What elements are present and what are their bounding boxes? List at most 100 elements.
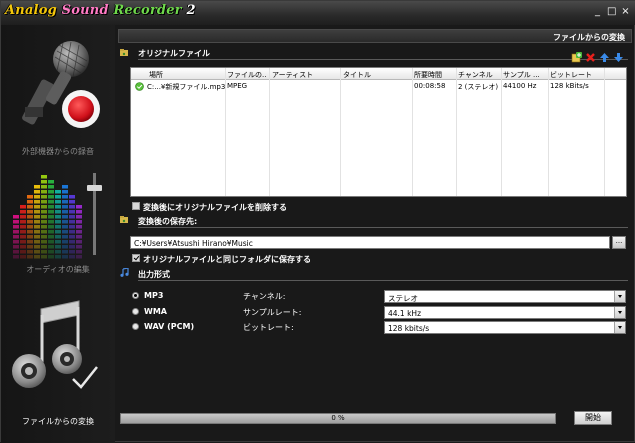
format-radio-mp3[interactable] (132, 292, 139, 299)
progress-text: 0 % (331, 414, 345, 422)
equalizer-bar-segment (20, 255, 26, 259)
browse-button[interactable]: ... (612, 236, 626, 249)
format-radio-wav[interactable] (132, 323, 139, 330)
add-file-icon[interactable] (571, 52, 582, 63)
equalizer-bar-segment (41, 215, 47, 219)
equalizer-bar-segment (62, 255, 68, 259)
save-same-folder-checkbox[interactable] (132, 254, 140, 262)
equalizer-bar-segment (20, 250, 26, 254)
move-down-icon[interactable] (613, 52, 624, 63)
equalizer-bar-segment (41, 240, 47, 244)
channel-label: チャンネル: (243, 292, 286, 301)
equalizer-bar-segment (76, 245, 82, 249)
equalizer-bar-segment (48, 205, 54, 209)
equalizer-bar-segment (48, 210, 54, 214)
col-header-sample-rate[interactable]: サンプル ... (503, 70, 547, 80)
bitrate-select[interactable]: 128 kbits/s (384, 321, 626, 334)
equalizer-bar-segment (48, 190, 54, 194)
equalizer-bar-segment (34, 230, 40, 234)
format-label-wav: WAV (PCM) (144, 322, 195, 331)
logo-word-version: 2 (186, 3, 196, 18)
app-window: Analog Sound Recorder 2 _ □ × 外部機器からの録音 … (0, 0, 635, 443)
equalizer-bar-segment (76, 225, 82, 229)
equalizer-bar-segment (48, 220, 54, 224)
equalizer-bar-segment (76, 250, 82, 254)
cell-format: MPEG (227, 82, 248, 90)
col-header-duration[interactable]: 所要時間 (414, 70, 454, 80)
equalizer-bar-segment (76, 205, 82, 209)
chevron-down-icon[interactable] (614, 322, 625, 333)
move-up-icon[interactable] (599, 52, 610, 63)
format-label-mp3: MP3 (144, 291, 164, 300)
table-row[interactable]: C:...¥新規ファイル.mp3 MPEG 00:08:58 2 (ステレオ) … (131, 81, 626, 92)
col-header-artist[interactable]: アーティスト (272, 70, 338, 80)
equalizer-bar-segment (69, 235, 75, 239)
ok-status-icon (135, 82, 144, 91)
equalizer-bar-segment (48, 240, 54, 244)
sample-rate-label: サンプルレート: (243, 308, 302, 317)
equalizer-bar-segment (69, 200, 75, 204)
equalizer-bar-segment (76, 230, 82, 234)
equalizer-bar-segment (76, 210, 82, 214)
equalizer-bar-segment (20, 225, 26, 229)
delete-icon[interactable] (585, 52, 596, 63)
equalizer-bar-segment (27, 230, 33, 234)
sidebar-item-record[interactable]: 外部機器からの録音 (1, 37, 115, 156)
equalizer-bar-segment (62, 195, 68, 199)
sidebar-item-label-convert: ファイルからの変換 (22, 417, 94, 426)
equalizer-bar-segment (34, 255, 40, 259)
equalizer-bar-segment (69, 195, 75, 199)
equalizer-bar-segment (55, 220, 61, 224)
equalizer-bar-segment (41, 245, 47, 249)
chevron-down-icon[interactable] (614, 307, 625, 318)
start-button[interactable]: 開始 (574, 411, 612, 425)
equalizer-bar-segment (69, 225, 75, 229)
col-header-bitrate[interactable]: ビットレート (550, 70, 620, 80)
equalizer-bar-segment (69, 205, 75, 209)
equalizer-bar-segment (55, 235, 61, 239)
equalizer-bar-segment (20, 215, 26, 219)
maximize-button[interactable]: □ (607, 6, 616, 17)
equalizer-bar-segment (48, 185, 54, 189)
equalizer-bar-segment (13, 255, 19, 259)
page-header-bar: ファイルからの変換 (118, 29, 632, 43)
equalizer-bar-segment (48, 195, 54, 199)
file-list[interactable]: 場所 ファイルの... アーティスト タイトル 所要時間 チャンネル サンプル … (130, 67, 627, 197)
equalizer-bar-segment (34, 235, 40, 239)
equalizer-bar-segment (48, 245, 54, 249)
equalizer-bar-segment (20, 205, 26, 209)
equalizer-bar-segment (62, 240, 68, 244)
equalizer-bar-segment (76, 255, 82, 259)
equalizer-bar-segment (55, 215, 61, 219)
equalizer-bar-segment (27, 195, 33, 199)
format-radio-wma[interactable] (132, 308, 139, 315)
equalizer-bar-segment (55, 230, 61, 234)
equalizer-bar-segment (76, 240, 82, 244)
equalizer-bar-segment (62, 215, 68, 219)
equalizer-bar-segment (34, 240, 40, 244)
sidebar-item-convert[interactable]: ファイルからの変換 (1, 295, 115, 435)
equalizer-bar-segment (20, 235, 26, 239)
sample-rate-select[interactable]: 44.1 kHz (384, 306, 626, 319)
col-header-format[interactable]: ファイルの... (227, 70, 267, 80)
equalizer-bar-segment (48, 180, 54, 184)
save-path-field[interactable]: C:¥Users¥Atsushi Hirano¥Music (130, 236, 610, 249)
col-header-channel[interactable]: チャンネル (458, 70, 500, 80)
equalizer-bar-segment (41, 230, 47, 234)
equalizer-bar-segment (62, 250, 68, 254)
sidebar-item-audio-edit[interactable]: オーディオの編集 (1, 163, 115, 275)
cell-duration: 00:08:58 (414, 82, 446, 90)
equalizer-bar-segment (41, 190, 47, 194)
col-header-location[interactable]: 場所 (149, 70, 224, 80)
chevron-down-icon[interactable] (614, 291, 625, 302)
equalizer-bar-segment (55, 210, 61, 214)
music-note-convert-icon (12, 300, 98, 389)
col-header-title[interactable]: タイトル (343, 70, 411, 80)
equalizer-bar-segment (34, 190, 40, 194)
close-button[interactable]: × (621, 6, 630, 17)
channel-select[interactable]: ステレオ (384, 290, 626, 303)
equalizer-bar-segment (13, 225, 19, 229)
file-list-header: 場所 ファイルの... アーティスト タイトル 所要時間 チャンネル サンプル … (131, 68, 626, 80)
delete-original-checkbox[interactable] (132, 202, 140, 210)
minimize-button[interactable]: _ (593, 6, 602, 17)
